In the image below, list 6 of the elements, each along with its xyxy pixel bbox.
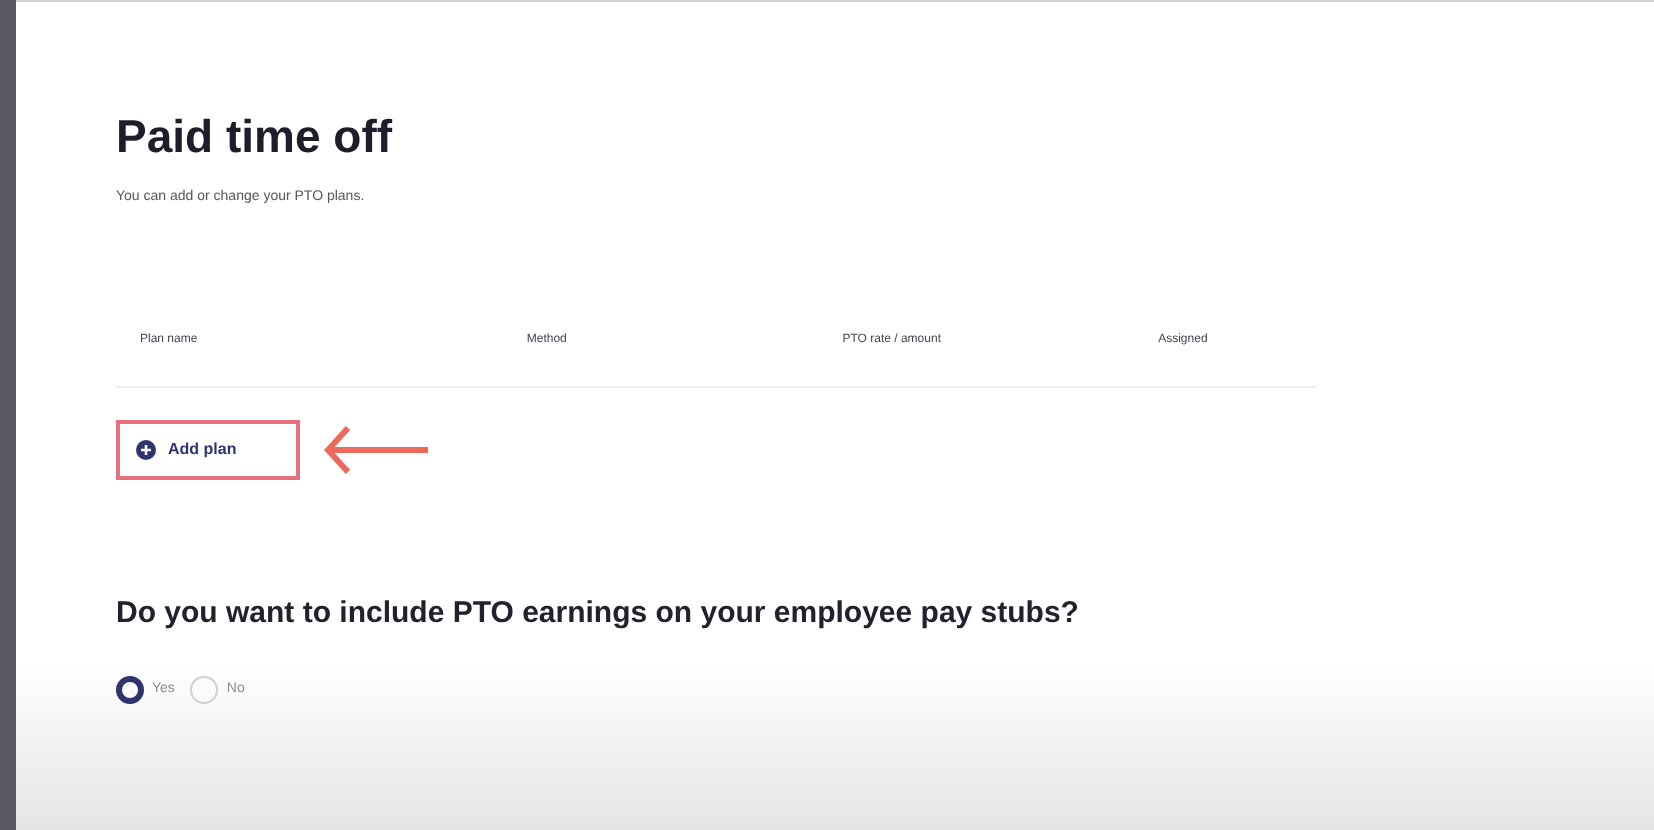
radio-button[interactable] <box>116 676 144 704</box>
plus-circle-icon <box>136 439 156 459</box>
page-title: Paid time off <box>116 114 395 160</box>
add-plan-button[interactable]: Add plan <box>116 419 300 479</box>
left-arrow-icon <box>324 423 428 475</box>
question-text: Do you want to include PTO earnings on your employee pay stubs? <box>116 593 1081 633</box>
